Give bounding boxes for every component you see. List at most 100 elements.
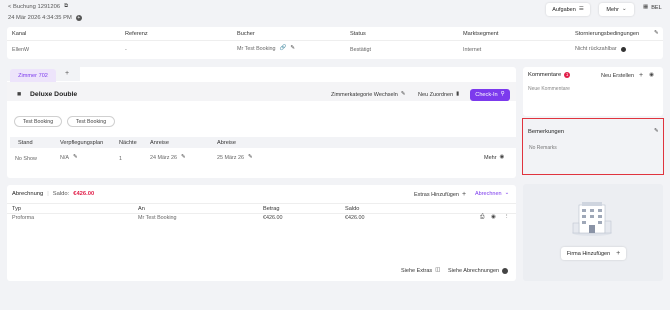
- edit-icon[interactable]: ✎: [290, 46, 295, 52]
- billing-title-row: Abrechnung | Saldo: €426.00: [12, 191, 95, 197]
- billing-card: Abrechnung | Saldo: €426.00 Extras Hinzu…: [7, 185, 516, 281]
- add-company-button[interactable]: Firma Hinzufügen +: [561, 247, 626, 260]
- date-time: 24 Mär 2026 4:34:35 PM: [8, 15, 72, 21]
- more-label: Mehr: [606, 6, 619, 13]
- see-billing-button[interactable]: Siehe Abrechnungen: [448, 268, 509, 274]
- col-reference: Referenz: [125, 31, 148, 37]
- departure-text: 25 März 26: [217, 155, 244, 161]
- more-menu-button[interactable]: Mehr ⌄: [599, 3, 634, 16]
- arrival-text: 24 März 26: [150, 155, 177, 161]
- reassign-button[interactable]: Neu Zuordnen ▮: [418, 92, 459, 98]
- create-comment-button[interactable]: Neu Erstellen + ◉: [601, 72, 654, 79]
- see-extras-button[interactable]: Siehe Extras ◫: [401, 268, 440, 274]
- door-icon: ▮: [456, 91, 460, 98]
- nights-value: 1: [119, 156, 122, 162]
- invoice-type: Proforma: [12, 215, 35, 221]
- more-vertical-icon[interactable]: ⋮: [504, 214, 510, 221]
- key-icon: ⚲: [500, 91, 505, 98]
- add-extras-button[interactable]: Extras Hinzufügen +: [414, 191, 466, 198]
- meal-plan-text: N/A: [60, 155, 69, 161]
- booker-name[interactable]: Mr Test Booking: [237, 46, 276, 52]
- edit-icon[interactable]: ✎: [181, 155, 186, 161]
- settle-label: Abrechnen: [475, 191, 502, 197]
- checkin-label: Check-In: [475, 92, 498, 98]
- add-room-tab-button[interactable]: +: [65, 70, 69, 77]
- stand-value: No Show: [15, 156, 37, 162]
- invoice-amount: €426.00: [263, 215, 283, 221]
- booking-info-card: Kanal Referenz Bucher Status Marktsegmen…: [7, 27, 663, 59]
- chevron-down-icon: ⌄: [504, 190, 510, 197]
- edit-icon[interactable]: ✎: [654, 128, 659, 135]
- tab-label: Zimmer 702: [18, 72, 48, 79]
- add-circle-icon[interactable]: +: [75, 15, 82, 21]
- tasks-label: Aufgaben: [552, 6, 576, 13]
- calculator-icon: ▦: [643, 4, 649, 11]
- copy-icon[interactable]: ⧉: [64, 4, 68, 10]
- col-nights: Nächte: [119, 140, 137, 146]
- col-market-segment: Marktsegment: [463, 31, 499, 37]
- invoice-balance: €426.00: [345, 215, 365, 221]
- col-type: Typ: [12, 206, 22, 212]
- link-icon[interactable]: 🔗: [280, 46, 287, 52]
- col-cancellation: Stornierungsbedingungen: [575, 31, 640, 37]
- cancellation-value: Nicht rückzahlbar: [575, 46, 626, 52]
- tab-room-702[interactable]: Zimmer 702: [10, 69, 56, 82]
- print-icon[interactable]: ⎙: [480, 214, 484, 221]
- saldo-label: Saldo:: [52, 191, 70, 197]
- back-link[interactable]: < Buchung 1291206 ⧉: [8, 4, 68, 10]
- col-meal-plan: Verpflegungsplan: [60, 140, 104, 146]
- channel-value: EllenW: [12, 47, 30, 53]
- building-illustration: [572, 202, 612, 236]
- chevron-down-icon: ⌄: [621, 5, 627, 12]
- bel-label: BEL: [651, 5, 662, 11]
- see-extras-label: Siehe Extras: [401, 268, 433, 274]
- status-value: Bestätigt: [350, 47, 371, 53]
- plus-icon: +: [461, 191, 467, 198]
- room-card: Zimmer 702 + ■ Deluxe Double Zimmerkateg…: [7, 67, 516, 178]
- billing-title: Abrechnung: [12, 191, 44, 197]
- col-to: An: [138, 206, 145, 212]
- change-category-button[interactable]: Zimmerkategorie Wechseln ✎: [331, 92, 405, 98]
- checkin-button[interactable]: Check-In ⚲: [470, 89, 510, 101]
- comments-card: Kommentare 1 Neu Erstellen + ◉ Neue Komm…: [523, 67, 663, 116]
- guest-pill[interactable]: Test Booking: [67, 116, 115, 127]
- eye-icon[interactable]: ◉: [491, 214, 496, 221]
- edit-icon[interactable]: ✎: [73, 155, 78, 161]
- comments-badge: 1: [564, 72, 571, 78]
- company-card: Firma Hinzufügen +: [523, 184, 663, 281]
- list-icon: ☰: [578, 5, 584, 12]
- edit-icon[interactable]: ✎: [654, 30, 659, 37]
- cancellation-text: Nicht rückzahlbar: [575, 46, 617, 52]
- col-status: Status: [350, 31, 366, 37]
- change-category-label: Zimmerkategorie Wechseln: [331, 92, 398, 98]
- room-type: Deluxe Double: [30, 91, 78, 98]
- print-bel-button[interactable]: ▦ BEL: [643, 5, 662, 11]
- comments-title: Kommentare: [528, 72, 562, 78]
- add-extras-label: Extras Hinzufügen: [414, 191, 459, 198]
- tasks-button[interactable]: Aufgaben ☰: [546, 3, 590, 16]
- info-icon[interactable]: [620, 46, 626, 52]
- booking-number[interactable]: < Buchung 1291206: [8, 4, 60, 10]
- col-arrival: Anreise: [150, 140, 169, 146]
- edit-icon: ✎: [400, 91, 406, 98]
- guest-pill[interactable]: Test Booking: [14, 116, 62, 127]
- plus-icon: +: [616, 250, 621, 257]
- new-comment-input[interactable]: Neue Kommentare: [528, 86, 570, 92]
- col-amount: Betrag: [263, 206, 280, 212]
- edit-icon[interactable]: ✎: [248, 155, 253, 161]
- reassign-label: Neu Zuordnen: [418, 92, 454, 98]
- booker-value: Mr Test Booking 🔗 ✎: [237, 46, 295, 52]
- arrival-value: 24 März 26 ✎: [150, 155, 186, 161]
- meal-plan-value: N/A ✎: [60, 155, 78, 161]
- eye-icon[interactable]: ◉: [649, 72, 654, 79]
- col-booker: Bucher: [237, 31, 255, 37]
- settle-dropdown[interactable]: Abrechnen ⌄: [475, 191, 509, 197]
- col-balance: Saldo: [345, 206, 360, 212]
- departure-value: 25 März 26 ✎: [217, 155, 253, 161]
- reference-value: -: [125, 47, 127, 53]
- remarks-card: Bemerkungen ✎ No Remarks: [522, 118, 664, 175]
- market-segment-value: Internet: [463, 47, 482, 53]
- eye-icon: ◉: [499, 154, 505, 161]
- row-more-button[interactable]: Mehr ◉: [484, 155, 504, 161]
- comments-title-row: Kommentare 1: [528, 72, 571, 78]
